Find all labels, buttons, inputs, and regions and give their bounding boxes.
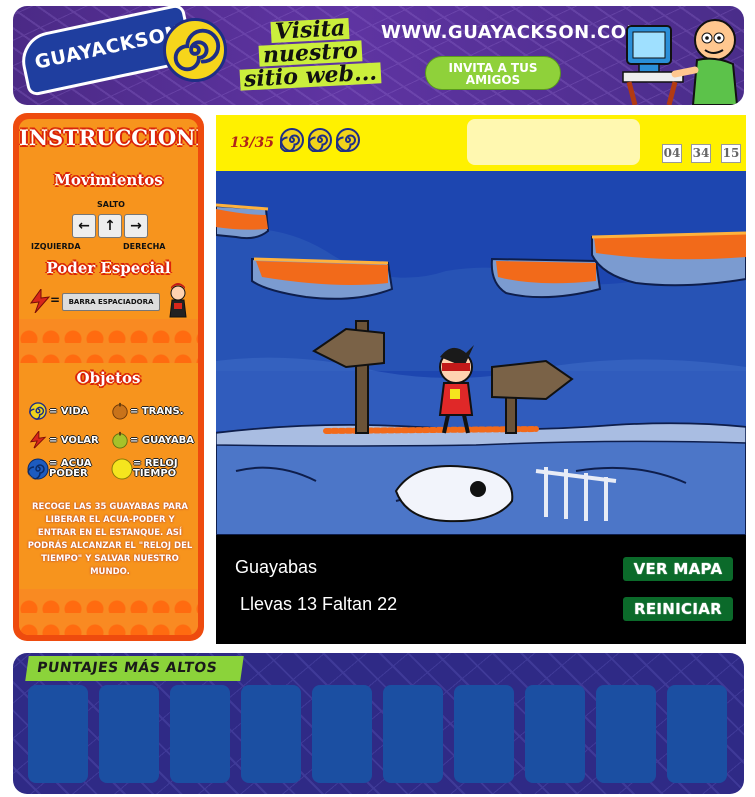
score-slot (312, 685, 372, 783)
score-slot (525, 685, 585, 783)
object-guava-label: = GUAYABA (130, 435, 195, 446)
score-slot (28, 685, 88, 783)
restart-button[interactable]: REINICIAR (623, 597, 733, 621)
special-character-icon (169, 283, 187, 318)
visit-site-text: Visita nuestro sitio web... (235, 15, 385, 92)
object-water-power-label: = ACUA PODER (49, 458, 92, 479)
message-box (467, 119, 640, 165)
instructions-panel: INSTRUCCIONES Movimientos SALTO ← ↑ → IZ… (13, 113, 204, 641)
high-scores-panel: PUNTAJES MÁS ALTOS (13, 653, 744, 794)
guava-status-line: Llevas 13 Faltan 22 (240, 594, 398, 614)
trans-guava-icon (112, 402, 128, 420)
view-map-label: VER MAPA (633, 560, 723, 578)
score-slot (454, 685, 514, 783)
guava-total: /35 (249, 135, 275, 151)
object-fly-label: = VOLAR (49, 435, 99, 446)
status-bar: Guayabas Llevas 13 Faltan 22 VER MAPA RE… (216, 535, 746, 644)
objects-heading: Objetos (76, 369, 141, 387)
restart-label: REINICIAR (634, 600, 722, 618)
right-label: DERECHA (123, 242, 166, 251)
visita-line-3: sitio web... (239, 60, 381, 92)
view-map-button[interactable]: VER MAPA (623, 557, 733, 581)
timer-minutes: 34 (691, 144, 711, 163)
equals-sign: = (50, 293, 61, 307)
score-slot (241, 685, 301, 783)
game-area[interactable]: 13/35 04 34 15 Guayabas Llevas 13 Faltan… (216, 115, 746, 644)
lightning-power-icon (29, 289, 51, 313)
mascot-at-computer-icon (622, 19, 739, 105)
game-hud: 13/35 04 34 15 (216, 115, 746, 171)
instructions-title: INSTRUCCIONES (19, 125, 198, 150)
score-slot (99, 685, 159, 783)
timer-hours: 04 (662, 144, 682, 163)
guava-icon (112, 431, 128, 449)
score-slot (170, 685, 230, 783)
life-swirl-icon (280, 128, 304, 152)
instructions-inner: INSTRUCCIONES Movimientos SALTO ← ↑ → IZ… (19, 119, 198, 635)
water-power-icon (27, 458, 49, 480)
life-swirl-icon (308, 128, 332, 152)
timer-seconds: 15 (721, 144, 741, 163)
invite-friends-button[interactable]: INVITA A TUS AMIGOS (425, 56, 561, 90)
left-arrow-key-icon: ← (72, 214, 96, 238)
fire-decoration (19, 319, 198, 363)
logo-swirl-icon (163, 18, 227, 82)
time-clock-icon (111, 458, 133, 480)
spacebar-key-icon: BARRA ESPACIADORA (62, 293, 160, 311)
movement-heading: Movimientos (54, 171, 163, 189)
swirl-life-icon (29, 402, 47, 420)
guava-status-title: Guayabas (235, 557, 318, 577)
fire-decoration-bottom (19, 589, 198, 635)
left-label: IZQUIERDA (31, 242, 81, 251)
high-scores-title: PUNTAJES MÁS ALTOS (25, 656, 244, 681)
object-time-clock-label: = RELOJ TIEMPO (133, 458, 178, 479)
header-banner: GUAYACKSON Visita nuestro sitio web... W… (13, 6, 744, 105)
object-trans-label: = TRANS. (130, 406, 184, 417)
object-life-label: = VIDA (49, 406, 89, 417)
score-slot (596, 685, 656, 783)
logo-text: GUAYACKSON (32, 21, 184, 74)
up-arrow-key-icon: ↑ (98, 214, 122, 238)
special-power-heading: Poder Especial (46, 259, 171, 277)
right-arrow-key-icon: → (124, 214, 148, 238)
score-slot (667, 685, 727, 783)
rock-ledge-left (216, 203, 270, 240)
jump-label: SALTO (97, 200, 125, 209)
guava-collected: 13 (230, 135, 250, 151)
guava-counter: 13/35 (230, 135, 274, 151)
site-url-link[interactable]: WWW.GUAYACKSON.COM (381, 22, 645, 43)
score-slot (383, 685, 443, 783)
lightning-fly-icon (29, 431, 47, 449)
mission-description: RECOGE LAS 35 GUAYABAS PARA LIBERAR EL A… (27, 502, 193, 577)
game-scene[interactable] (216, 171, 746, 535)
life-swirl-icon (336, 128, 360, 152)
